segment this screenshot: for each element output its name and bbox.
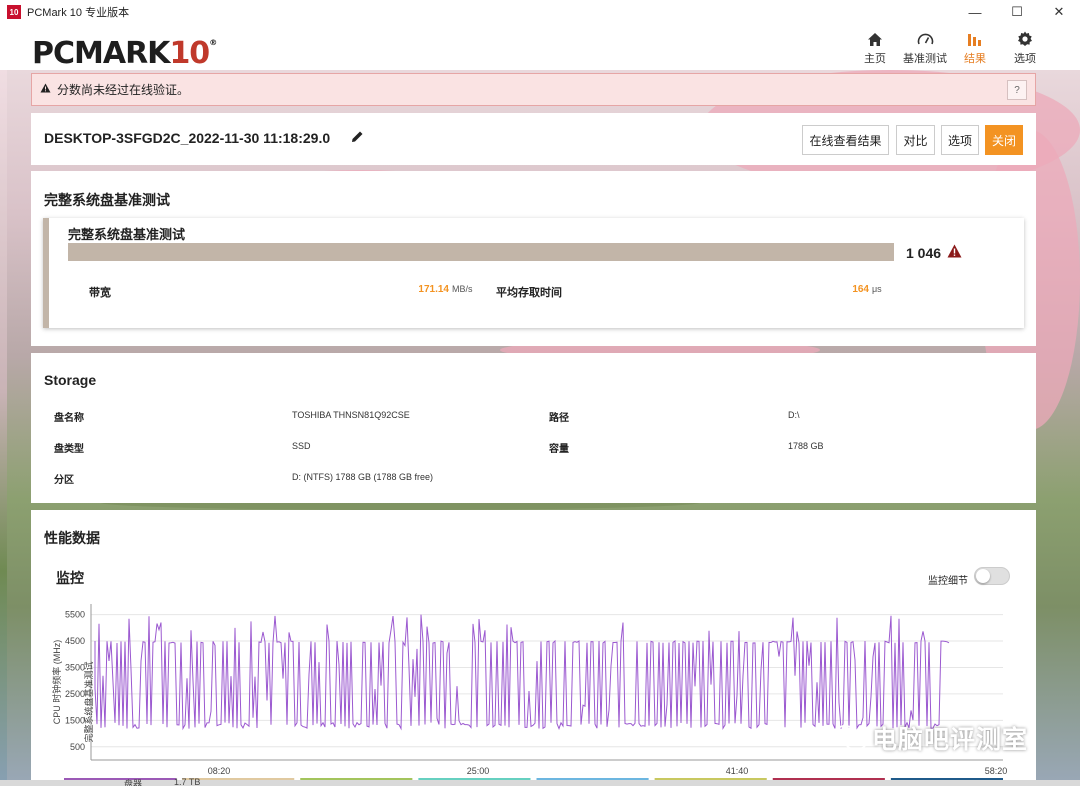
logo-number: 10 bbox=[169, 36, 210, 71]
bandwidth-label: 带宽 bbox=[89, 287, 111, 299]
monitoring-details-label: 监控细节 bbox=[928, 576, 968, 587]
y-tick-label: 500 bbox=[70, 742, 85, 752]
drive-type-value: SSD bbox=[292, 441, 311, 451]
x-tick-label: 08:20 bbox=[208, 766, 231, 776]
maximize-button[interactable]: ☐ bbox=[996, 0, 1038, 24]
close-result-button[interactable]: 关闭 bbox=[985, 125, 1023, 155]
pcmark-logo: PCMARK10® bbox=[32, 36, 217, 71]
taskbar-left-text: 盘器 bbox=[124, 779, 143, 786]
storage-title: Storage bbox=[44, 372, 97, 388]
monitoring-chart: 500 1500 2500 3500 4500 5500 08:20 25:00 41:40 58… bbox=[51, 604, 1008, 776]
taskbar-right-text: 1.7 TB bbox=[174, 777, 201, 786]
logo-registered: ® bbox=[209, 38, 217, 47]
window-title: PCMark 10 专业版本 bbox=[27, 7, 130, 19]
y-axis-label-2: 完整系统盘基准测试 bbox=[83, 661, 94, 742]
nav-options-label: 选项 bbox=[1014, 53, 1036, 65]
nav-benchmarks[interactable]: 基准测试 bbox=[900, 28, 950, 66]
wechat-watermark: 电脑吧评测室 bbox=[832, 720, 1052, 756]
score-bar bbox=[68, 243, 894, 261]
help-button[interactable]: ? bbox=[1007, 80, 1027, 100]
capacity-label: 容量 bbox=[549, 444, 569, 455]
bandwidth-value: 171.14 bbox=[418, 284, 449, 295]
performance-title: 性能数据 bbox=[44, 530, 100, 546]
bandwidth-unit: MB/s bbox=[452, 284, 473, 294]
nav-options[interactable]: 选项 bbox=[1000, 28, 1050, 66]
capacity-value: 1788 GB bbox=[788, 441, 824, 451]
score-warning-icon bbox=[947, 244, 962, 263]
gauge-icon bbox=[900, 28, 950, 50]
path-label: 路径 bbox=[549, 413, 569, 424]
nav-results[interactable]: 结果 bbox=[950, 28, 1000, 66]
toggle-knob bbox=[976, 569, 990, 583]
latency-unit: μs bbox=[872, 284, 882, 294]
taskbar bbox=[0, 780, 1080, 786]
validation-alert: 分数尚未经过在线验证。 ? bbox=[31, 73, 1036, 106]
main-nav: 主页 基准测试 结果 选项 bbox=[850, 28, 1050, 66]
logo-main: PCMARK bbox=[32, 36, 170, 71]
alert-message: 分数尚未经过在线验证。 bbox=[57, 83, 190, 97]
cpu-clock-series bbox=[94, 614, 950, 731]
warning-icon bbox=[40, 83, 51, 96]
drive-name-value: TOSHIBA THNSN81Q92CSE bbox=[292, 410, 410, 420]
y-tick-label: 1500 bbox=[65, 715, 85, 725]
benchmark-card[interactable]: 完整系统盘基准测试 1 046 带宽 171.14 MB/s 平均存取时间 16… bbox=[43, 218, 1024, 328]
bar-chart-icon bbox=[950, 28, 1000, 50]
latency-value: 164 bbox=[852, 284, 869, 295]
monitoring-details-toggle[interactable] bbox=[974, 567, 1010, 585]
y-tick-label: 2500 bbox=[65, 689, 85, 699]
partition-value: D: (NTFS) 1788 GB (1788 GB free) bbox=[292, 472, 434, 482]
gear-icon bbox=[1000, 28, 1050, 50]
benchmark-card-title: 完整系统盘基准测试 bbox=[68, 227, 186, 242]
latency-label: 平均存取时间 bbox=[496, 287, 562, 299]
storage-panel: Storage 盘名称 TOSHIBA THNSN81Q92CSE 路径 D:\… bbox=[31, 353, 1036, 503]
window-titlebar: 10 PCMark 10 专业版本 — ☐ ✕ bbox=[0, 0, 1080, 24]
benchmark-section-title: 完整系统盘基准测试 bbox=[44, 192, 170, 208]
drive-name-label: 盘名称 bbox=[54, 413, 84, 424]
benchmark-score: 1 046 bbox=[906, 245, 942, 261]
left-window-edge bbox=[0, 70, 7, 786]
partition-label: 分区 bbox=[54, 475, 74, 486]
benchmark-panel: 完整系统盘基准测试 完整系统盘基准测试 1 046 带宽 171.14 MB/s… bbox=[31, 171, 1036, 346]
edit-pencil-icon[interactable] bbox=[351, 130, 364, 148]
home-icon bbox=[850, 28, 900, 50]
result-header-panel: DESKTOP-3SFGD2C_2022-11-30 11:18:29.0 在线… bbox=[31, 113, 1036, 165]
watermark-text: 电脑吧评测室 bbox=[872, 726, 1029, 754]
app-header: PCMARK10® 主页 基准测试 结果 选项 bbox=[0, 24, 1080, 71]
compare-button[interactable]: 对比 bbox=[896, 125, 935, 155]
nav-benchmarks-label: 基准测试 bbox=[903, 53, 947, 65]
y-tick-label: 3500 bbox=[65, 662, 85, 672]
app-icon: 10 bbox=[7, 5, 21, 19]
nav-results-label: 结果 bbox=[964, 53, 986, 65]
monitoring-title: 监控 bbox=[56, 570, 84, 586]
drive-type-label: 盘类型 bbox=[54, 444, 84, 455]
y-tick-label: 4500 bbox=[65, 636, 85, 646]
wechat-icon bbox=[833, 725, 867, 751]
options-button[interactable]: 选项 bbox=[941, 125, 979, 155]
close-window-button[interactable]: ✕ bbox=[1038, 0, 1080, 24]
minimize-button[interactable]: — bbox=[954, 0, 996, 24]
x-tick-label: 58:20 bbox=[985, 766, 1008, 776]
x-tick-label: 25:00 bbox=[467, 766, 490, 776]
view-online-button[interactable]: 在线查看结果 bbox=[802, 125, 889, 155]
window-controls: — ☐ ✕ bbox=[954, 0, 1080, 24]
y-axis-label: CPU 时钟频率 (MHz) bbox=[51, 640, 62, 725]
nav-home-label: 主页 bbox=[864, 53, 886, 65]
nav-home[interactable]: 主页 bbox=[850, 28, 900, 66]
path-value: D:\ bbox=[788, 410, 800, 420]
x-tick-label: 41:40 bbox=[726, 766, 749, 776]
y-tick-label: 5500 bbox=[65, 610, 85, 620]
result-title: DESKTOP-3SFGD2C_2022-11-30 11:18:29.0 bbox=[44, 130, 331, 146]
